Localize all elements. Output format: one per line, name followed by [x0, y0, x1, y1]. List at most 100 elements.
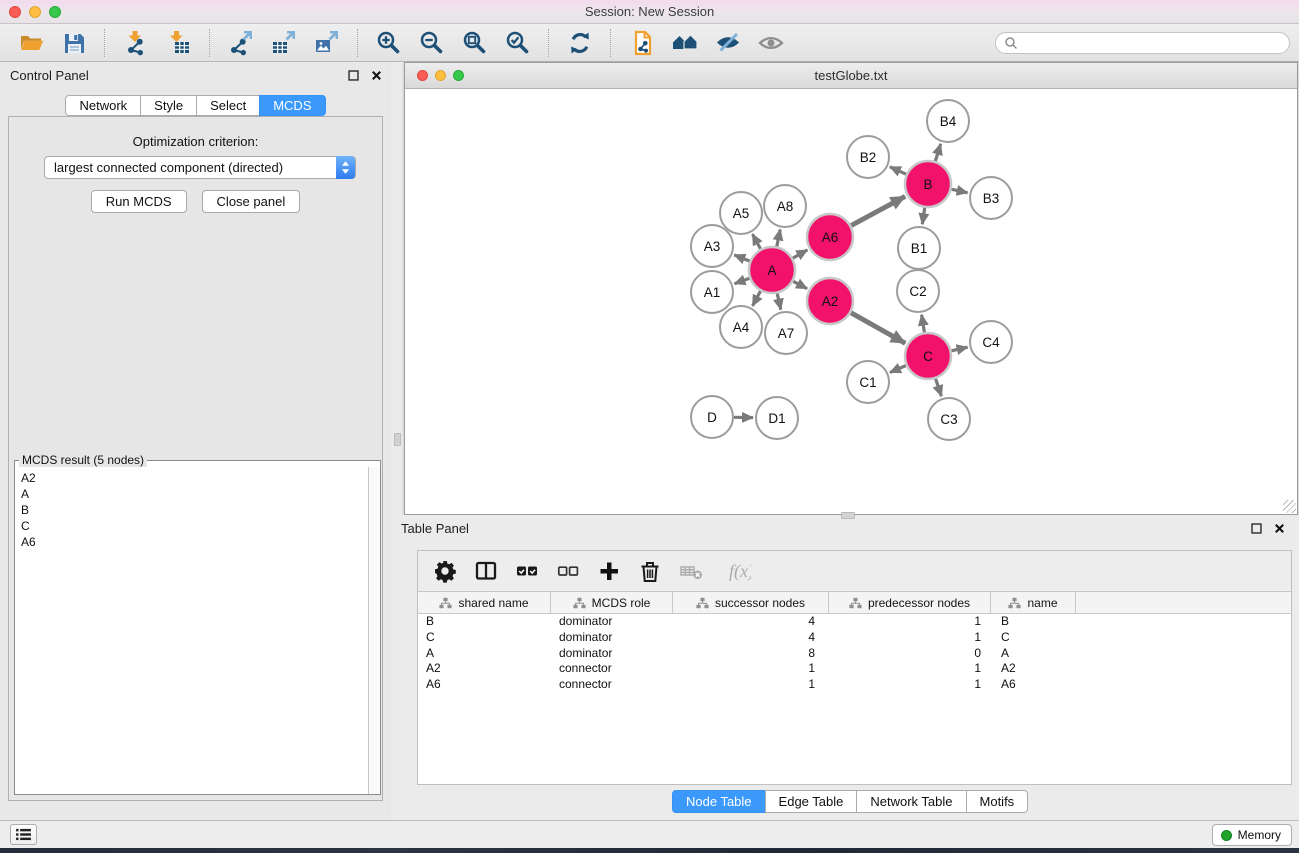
graph-node-C3[interactable]: C3 [928, 398, 970, 440]
graph-edge-C-C4[interactable] [951, 347, 967, 351]
save-session-icon[interactable] [60, 29, 87, 56]
graph-edge-A6-B[interactable] [851, 196, 905, 225]
import-network-icon[interactable] [122, 29, 149, 56]
minimize-window-button[interactable] [29, 6, 41, 18]
column-header-successor-nodes[interactable]: successor nodes [673, 592, 829, 613]
graph-node-A7[interactable]: A7 [765, 312, 807, 354]
mcds-result-item[interactable]: C [21, 518, 380, 534]
graph-node-C1[interactable]: C1 [847, 361, 889, 403]
graph-node-A8[interactable]: A8 [764, 185, 806, 227]
graph-edge-A2-C[interactable] [851, 313, 905, 344]
float-panel-icon[interactable] [346, 68, 360, 82]
delete-icon[interactable] [637, 558, 663, 584]
network-zoom-button[interactable] [453, 70, 464, 81]
export-table-icon[interactable] [270, 29, 297, 56]
graph-edge-A-A6[interactable] [793, 250, 808, 258]
graph-edge-B-B4[interactable] [935, 144, 940, 161]
graph-node-B[interactable]: B [905, 161, 951, 207]
graph-edge-A-A1[interactable] [735, 278, 750, 283]
tab-select[interactable]: Select [196, 95, 260, 116]
mcds-result-item[interactable]: B [21, 502, 380, 518]
graph-node-A6[interactable]: A6 [807, 214, 853, 260]
graph-node-A4[interactable]: A4 [720, 306, 762, 348]
graph-edge-A-A3[interactable] [734, 255, 749, 261]
home-pair-icon[interactable] [671, 29, 698, 56]
table-row-B[interactable]: Bdominator41B [418, 614, 1291, 630]
graph-edge-C-C1[interactable] [890, 366, 906, 373]
close-table-panel-icon[interactable] [1272, 521, 1286, 535]
zoom-selected-icon[interactable] [504, 29, 531, 56]
graph-edge-B-B2[interactable] [890, 167, 906, 174]
graph-edge-A-A4[interactable] [753, 291, 761, 306]
window-resize-grip[interactable] [1283, 500, 1296, 513]
graph-node-B3[interactable]: B3 [970, 177, 1012, 219]
graph-edge-A-A5[interactable] [753, 234, 761, 249]
task-history-button[interactable] [10, 824, 37, 845]
graph-node-A[interactable]: A [749, 247, 795, 293]
uncheck-pair-icon[interactable] [555, 558, 581, 584]
graph-edge-A-A7[interactable] [777, 293, 781, 309]
run-mcds-button[interactable]: Run MCDS [91, 190, 187, 213]
graph-edge-C-C2[interactable] [922, 315, 925, 333]
graph-node-C4[interactable]: C4 [970, 321, 1012, 363]
zoom-fit-icon[interactable] [461, 29, 488, 56]
network-file-icon[interactable] [628, 29, 655, 56]
zoom-window-button[interactable] [49, 6, 61, 18]
tab-node-table[interactable]: Node Table [672, 790, 766, 813]
graph-edge-B-B3[interactable] [951, 189, 967, 193]
gear-icon[interactable] [432, 558, 458, 584]
graph-node-B4[interactable]: B4 [927, 100, 969, 142]
column-header-name[interactable]: name [991, 592, 1076, 613]
table-row-A[interactable]: Adominator80A [418, 646, 1291, 662]
table-row-A6[interactable]: A6connector11A6 [418, 677, 1291, 693]
import-table-icon[interactable] [165, 29, 192, 56]
graph-node-D1[interactable]: D1 [756, 397, 798, 439]
add-icon[interactable] [596, 558, 622, 584]
close-panel-icon[interactable] [369, 68, 383, 82]
table-row-C[interactable]: Cdominator41C [418, 630, 1291, 646]
network-close-button[interactable] [417, 70, 428, 81]
column-header-predecessor-nodes[interactable]: predecessor nodes [829, 592, 991, 613]
search-input[interactable] [995, 32, 1290, 54]
memory-button[interactable]: Memory [1212, 824, 1292, 846]
graph-node-A3[interactable]: A3 [691, 225, 733, 267]
network-minimize-button[interactable] [435, 70, 446, 81]
tab-edge-table[interactable]: Edge Table [765, 790, 858, 813]
graph-node-A2[interactable]: A2 [807, 278, 853, 324]
column-header-MCDS-role[interactable]: MCDS role [551, 592, 673, 613]
graph-node-B1[interactable]: B1 [898, 227, 940, 269]
mcds-scrollbar[interactable] [368, 467, 380, 794]
check-pair-icon[interactable] [514, 558, 540, 584]
graph-edge-B-B1[interactable] [922, 208, 924, 224]
column-header-shared-name[interactable]: shared name [418, 592, 551, 613]
close-window-button[interactable] [9, 6, 21, 18]
graph-edge-C-C3[interactable] [936, 379, 942, 396]
graph-node-A5[interactable]: A5 [720, 192, 762, 234]
graph-node-C2[interactable]: C2 [897, 270, 939, 312]
refresh-icon[interactable] [566, 29, 593, 56]
splitter-grip-vertical[interactable] [394, 433, 401, 446]
tab-network-table[interactable]: Network Table [856, 790, 966, 813]
mcds-result-item[interactable]: A2 [21, 470, 380, 486]
criterion-dropdown[interactable]: largest connected component (directed) [44, 156, 356, 179]
hide-eye-icon[interactable] [714, 29, 741, 56]
graph-node-D[interactable]: D [691, 396, 733, 438]
table-row-A2[interactable]: A2connector11A2 [418, 661, 1291, 677]
graph-edge-A-A2[interactable] [793, 281, 807, 288]
graph-node-C[interactable]: C [905, 333, 951, 379]
export-image-icon[interactable] [313, 29, 340, 56]
splitter-grip-horizontal[interactable] [841, 512, 855, 519]
mcds-result-item[interactable]: A [21, 486, 380, 502]
tab-style[interactable]: Style [140, 95, 197, 116]
tab-mcds[interactable]: MCDS [259, 95, 325, 116]
tab-motifs[interactable]: Motifs [966, 790, 1029, 813]
mcds-result-item[interactable]: A6 [21, 534, 380, 550]
open-session-icon[interactable] [17, 29, 44, 56]
zoom-out-icon[interactable] [418, 29, 445, 56]
network-canvas[interactable]: B4 B2 B B3 A5 A8 A6 A3 B1 A A1 C2 A2 [405, 89, 1297, 514]
float-table-panel-icon[interactable] [1249, 521, 1263, 535]
graph-node-A1[interactable]: A1 [691, 271, 733, 313]
graph-node-B2[interactable]: B2 [847, 136, 889, 178]
zoom-in-icon[interactable] [375, 29, 402, 56]
close-panel-button[interactable]: Close panel [202, 190, 301, 213]
